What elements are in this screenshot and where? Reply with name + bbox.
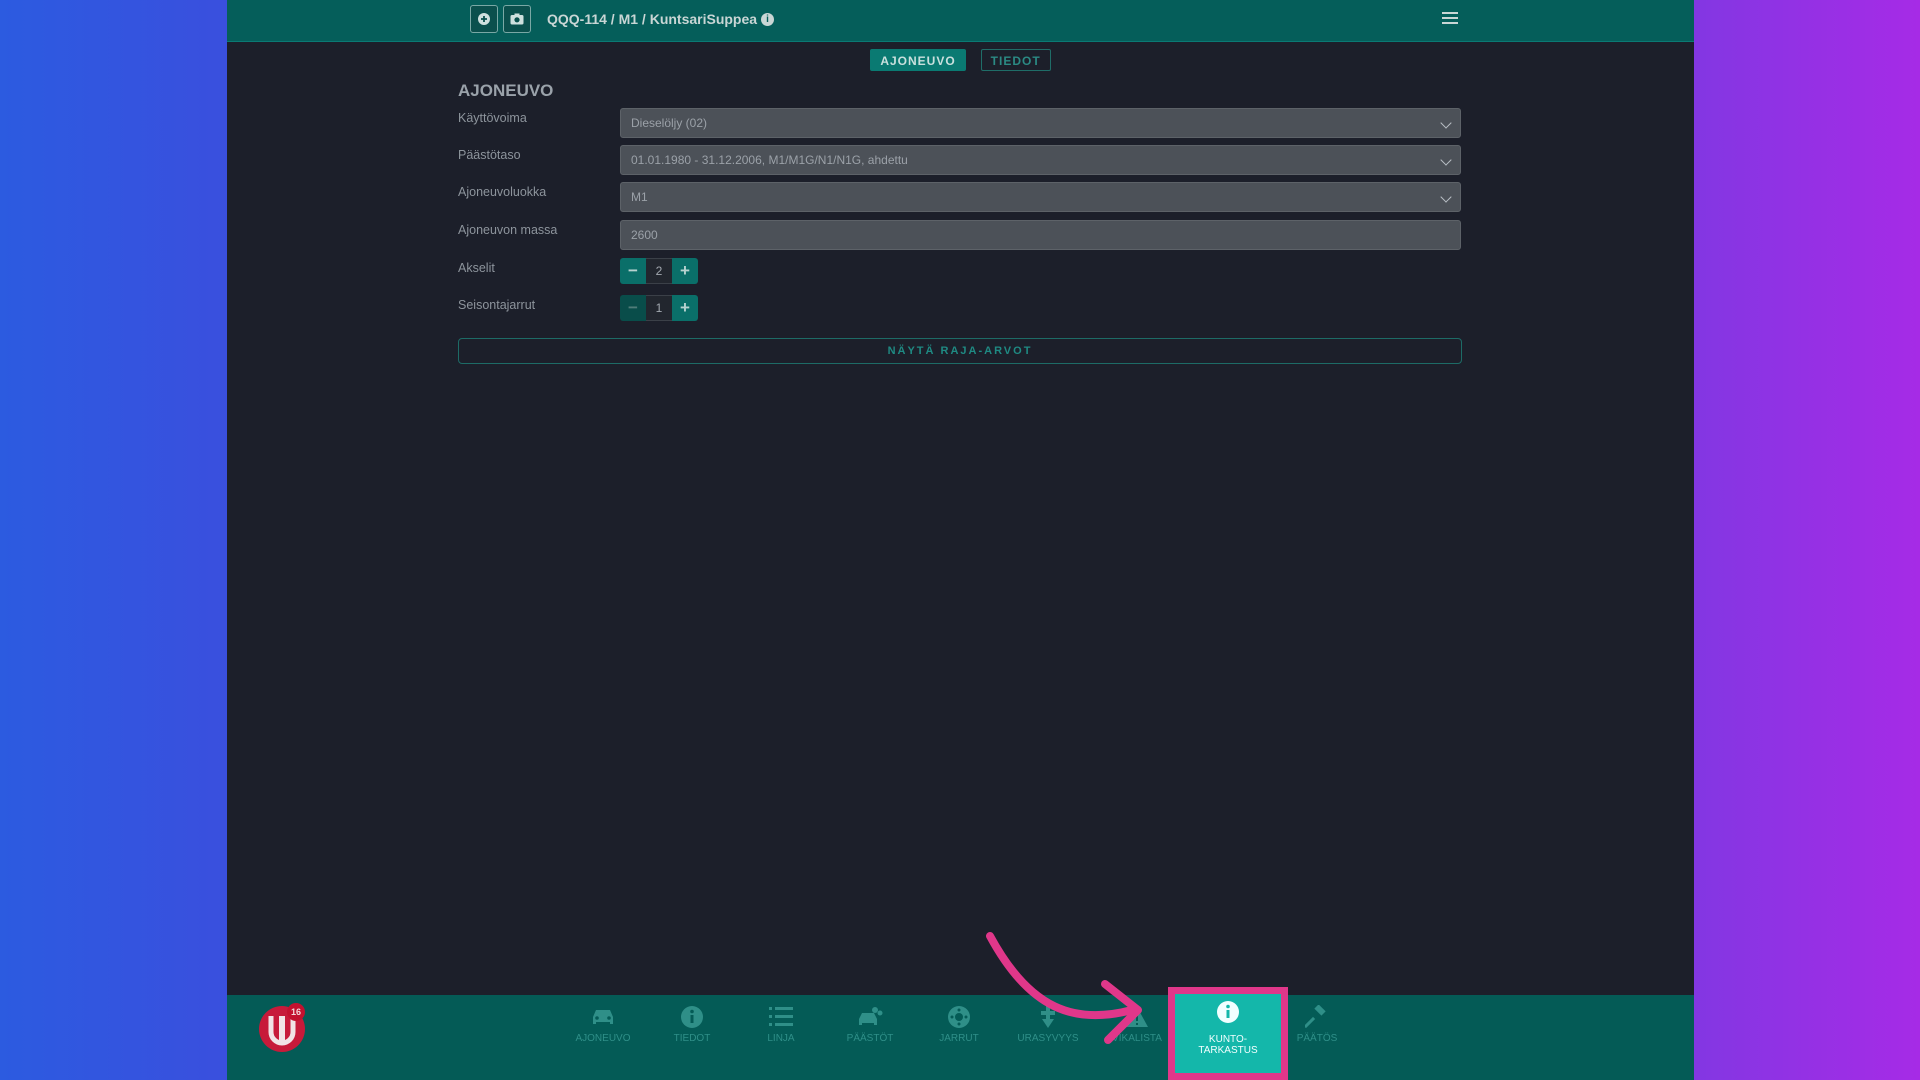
nav-item-paastot[interactable]: PÄÄSTÖT xyxy=(830,1003,910,1044)
seisontajarrut-decrement-button[interactable]: − xyxy=(620,295,646,321)
section-title: AJONEUVO xyxy=(458,81,554,100)
ajoneuvoluokka-row: Ajoneuvoluokka M1 xyxy=(458,182,1468,212)
paastotaso-select[interactable]: 01.01.1980 - 31.12.2006, M1/M1G/N1/N1G, … xyxy=(620,145,1461,175)
nav-label-line1: KUNTO- xyxy=(1208,1034,1248,1045)
add-button[interactable] xyxy=(470,5,498,33)
kayttovoima-select[interactable]: Dieselöljy (02) xyxy=(620,108,1461,138)
show-limits-button[interactable]: NÄYTÄ RAJA-ARVOT xyxy=(458,338,1462,364)
nav-label: AJONEUVO xyxy=(575,1033,631,1044)
bottom-nav: 16 AJONEUVO TIEDOT LINJA PÄÄSTÖT JARRUT … xyxy=(227,995,1694,1080)
nav-label-line2: TARKASTUS xyxy=(1198,1045,1258,1056)
akselit-row: Akselit − 2 + xyxy=(458,258,1468,288)
app-window: QQQ-114 / M1 / KuntsariSuppea i AJONEUVO… xyxy=(227,0,1694,1080)
paastotaso-value: 01.01.1980 - 31.12.2006, M1/M1G/N1/N1G, … xyxy=(631,153,908,167)
seisontajarrut-label: Seisontajarrut xyxy=(458,298,536,312)
view-tabs: AJONEUVO TIEDOT xyxy=(227,49,1694,71)
paastotaso-label: Päästötaso xyxy=(458,148,521,162)
seisontajarrut-row: Seisontajarrut − 1 + xyxy=(458,295,1468,325)
seisontajarrut-value: 1 xyxy=(646,295,672,321)
list-icon xyxy=(769,1007,793,1026)
nav-label: JARRUT xyxy=(939,1033,979,1044)
paastotaso-row: Päästötaso 01.01.1980 - 31.12.2006, M1/M… xyxy=(458,145,1468,175)
nav-item-tiedot[interactable]: TIEDOT xyxy=(652,1003,732,1044)
chevron-down-icon xyxy=(1440,154,1452,166)
massa-input[interactable]: 2600 xyxy=(620,220,1461,250)
warning-icon xyxy=(1126,1007,1148,1027)
chevron-down-icon xyxy=(1440,191,1452,203)
ajoneuvoluokka-label: Ajoneuvoluokka xyxy=(458,185,547,199)
akselit-decrement-button[interactable]: − xyxy=(620,258,646,284)
camera-button[interactable] xyxy=(503,5,531,33)
circle-plus-icon xyxy=(478,13,490,25)
akselit-stepper: − 2 + xyxy=(620,258,698,284)
nav-label: KUNTO- TARKASTUS xyxy=(1175,1034,1281,1056)
hamburger-menu-icon[interactable] xyxy=(1442,12,1458,26)
top-bar: QQQ-114 / M1 / KuntsariSuppea i xyxy=(227,0,1694,42)
nav-item-linja[interactable]: LINJA xyxy=(741,1003,821,1044)
kayttovoima-row: Käyttövoima Dieselöljy (02) xyxy=(458,108,1468,138)
brake-icon xyxy=(948,1006,970,1028)
info-icon xyxy=(1217,1001,1239,1023)
nav-item-paatos[interactable]: PÄÄTÖS xyxy=(1277,1003,1357,1044)
nav-label: VIKALISTA xyxy=(1112,1033,1162,1044)
nav-label: PÄÄSTÖT xyxy=(846,1033,894,1044)
ajoneuvoluokka-select[interactable]: M1 xyxy=(620,182,1461,212)
gavel-icon xyxy=(1305,1005,1326,1029)
breadcrumb: QQQ-114 / M1 / KuntsariSuppea i xyxy=(547,11,775,27)
seisontajarrut-increment-button[interactable]: + xyxy=(672,295,698,321)
tread-depth-icon xyxy=(1041,1005,1055,1028)
notification-badge: 16 xyxy=(287,1003,305,1021)
nav-item-vikalista[interactable]: VIKALISTA xyxy=(1097,1003,1177,1044)
massa-label: Ajoneuvon massa xyxy=(458,223,558,237)
akselit-label: Akselit xyxy=(458,261,495,275)
chevron-down-icon xyxy=(1440,117,1452,129)
tab-tiedot[interactable]: TIEDOT xyxy=(980,49,1051,71)
nav-label: URASYVYYS xyxy=(1017,1033,1079,1044)
seisontajarrut-stepper: − 1 + xyxy=(620,295,698,321)
massa-row: Ajoneuvon massa 2600 xyxy=(458,220,1468,250)
ajoneuvoluokka-value: M1 xyxy=(631,190,648,204)
camera-icon xyxy=(510,13,524,25)
nav-item-jarrut[interactable]: JARRUT xyxy=(919,1003,999,1044)
nav-item-urasyvyys[interactable]: URASYVYYS xyxy=(1008,1003,1088,1044)
kayttovoima-label: Käyttövoima xyxy=(458,111,527,125)
nav-label: TIEDOT xyxy=(673,1033,711,1044)
info-icon xyxy=(681,1006,703,1028)
nav-item-kuntotarkastus[interactable]: KUNTO- TARKASTUS xyxy=(1168,987,1288,1080)
nav-label: LINJA xyxy=(767,1033,795,1044)
breadcrumb-text: QQQ-114 / M1 / KuntsariSuppea xyxy=(547,11,758,27)
info-icon[interactable]: i xyxy=(761,12,775,26)
akselit-value: 2 xyxy=(646,258,672,284)
kayttovoima-value: Dieselöljy (02) xyxy=(631,116,708,130)
nav-label: PÄÄTÖS xyxy=(1296,1033,1338,1044)
car-icon xyxy=(593,1010,613,1024)
akselit-increment-button[interactable]: + xyxy=(672,258,698,284)
tab-ajoneuvo[interactable]: AJONEUVO xyxy=(870,49,966,71)
nav-item-ajoneuvo[interactable]: AJONEUVO xyxy=(563,1003,643,1044)
exhaust-icon xyxy=(859,1007,883,1025)
